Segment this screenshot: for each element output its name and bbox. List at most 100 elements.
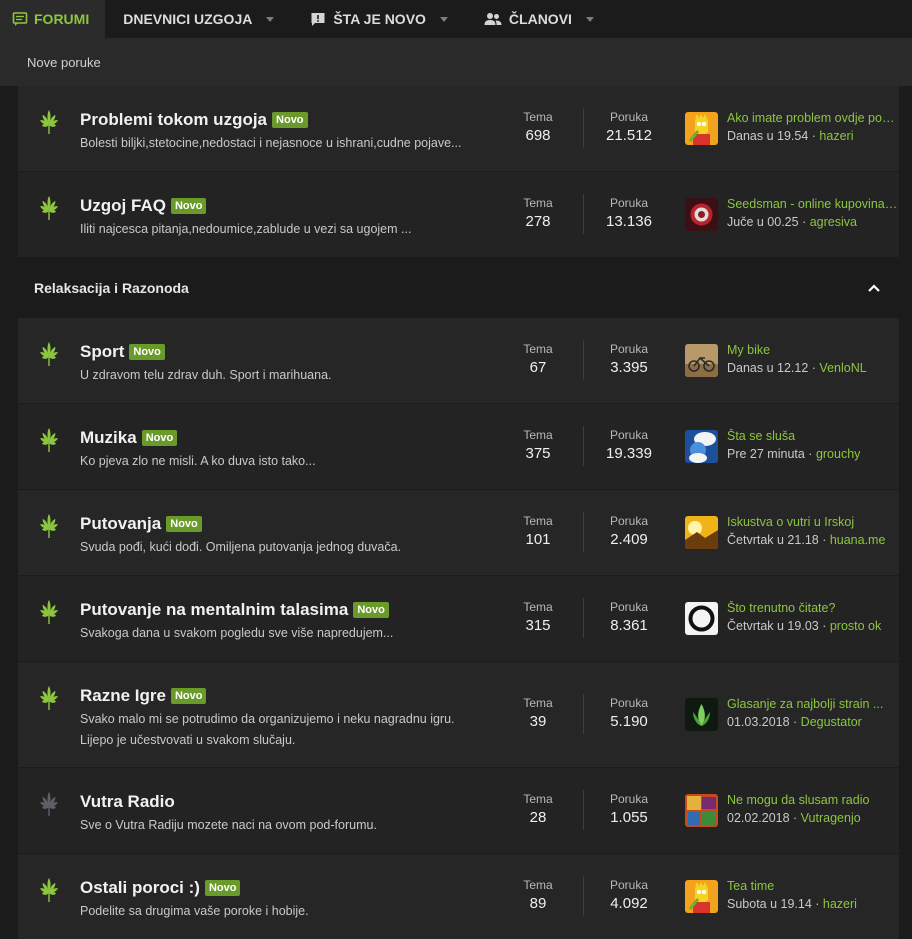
last-post: Seedsman - online kupovina semena Juče u … [727,197,899,229]
forum-title[interactable]: Uzgoj FAQ [80,196,166,216]
last-post: Što trenutno čitate? Četvrtak u 19.03 · p… [727,601,899,633]
threads-value: 278 [525,213,551,230]
posts-label: Poruka [609,428,649,442]
new-badge: Novo [166,516,202,532]
last-post-user[interactable]: Vutragenjo [801,811,861,825]
forum-title[interactable]: Ostali poroci :) [80,878,200,898]
forum-row[interactable]: Putovanja Novo Svuda pođi, kući dođi. Omi… [18,490,899,576]
forum-leaf-icon [32,188,66,222]
last-post-user[interactable]: grouchy [816,447,860,461]
threads-label: Tema [523,514,553,528]
last-thread-link[interactable]: Ako imate problem ovdje postavite [727,111,899,125]
new-posts-link[interactable]: Nove poruke [27,55,101,70]
last-post: Tea time Subota u 19.14 · hazeri [727,879,899,911]
forum-row[interactable]: Sport Novo U zdravom telu zdrav duh. Spor… [18,318,899,404]
avatar[interactable] [685,344,718,377]
last-thread-link[interactable]: Iskustva o vutri u Irskoj [727,515,899,529]
forum-leaf-icon [32,102,66,136]
chevron-down-icon[interactable] [585,16,594,22]
last-post-user[interactable]: huana.me [830,533,886,547]
last-post: Šta se sluša Pre 27 minuta · grouchy [727,429,899,461]
forum-row[interactable]: Ostali poroci :) Novo Podelite sa drugima… [18,854,899,939]
forum-row[interactable]: Muzika Novo Ko pjeva zlo ne misli. A ko d… [18,404,899,490]
avatar[interactable] [685,430,718,463]
tab-clanovi-label: ČLANOVI [508,11,572,27]
last-post-user[interactable]: hazeri [823,897,857,911]
last-thread-link[interactable]: Šta se sluša [727,429,899,443]
posts-label: Poruka [609,196,649,210]
chevron-down-icon[interactable] [266,16,275,22]
forum-row[interactable]: Vutra Radio Sve o Vutra Radiju mozete na… [18,768,899,854]
last-thread-link[interactable]: My bike [727,343,899,357]
threads-count: Tema 28 [514,792,562,826]
tab-forumi[interactable]: FORUMI [0,0,106,38]
forum-row[interactable]: Problemi tokom uzgoja Novo Bolesti biljki… [18,86,899,172]
posts-label: Poruka [609,342,649,356]
forum-title[interactable]: Razne Igre [80,686,166,706]
forum-description: Svuda pođi, kući dođi. Omiljena putovanj… [80,540,402,554]
alert-message-icon [310,11,326,27]
forum-row[interactable]: Uzgoj FAQ Novo Iliti najcesca pitanja,ned… [18,172,899,258]
threads-count: Tema 67 [514,342,562,376]
forum-title[interactable]: Problemi tokom uzgoja [80,110,267,130]
category-title[interactable]: Relaksacija i Razonoda [34,280,189,296]
tab-clanovi[interactable]: ČLANOVI [466,0,612,38]
last-post-time: Pre 27 minuta [727,447,805,461]
chevron-down-icon[interactable] [439,16,448,22]
threads-label: Tema [523,600,553,614]
last-post-time: Četvrtak u 19.03 [727,619,819,633]
last-post-user[interactable]: prosto ok [830,619,881,633]
chevron-up-icon[interactable] [865,279,883,297]
divider [583,694,584,734]
forum-title[interactable]: Putovanja [80,514,161,534]
tab-dnevnici-uzgoja[interactable]: DNEVNICI UZGOJA [105,0,292,38]
forum-description: Sve o Vutra Radiju mozete naci na ovom p… [80,818,377,832]
last-post: Ne mogu da slusam radio 02.02.2018 · Vutr… [727,793,899,825]
avatar[interactable] [685,198,718,231]
last-post-user[interactable]: Degustator [801,715,862,729]
avatar[interactable] [685,516,718,549]
top-navigation: FORUMI DNEVNICI UZGOJA ŠTA JE NOVO ČLANO… [0,0,912,38]
forum-row[interactable]: Razne Igre Novo Svako malo mi se potrudim… [18,662,899,768]
threads-label: Tema [523,696,553,710]
avatar[interactable] [685,698,718,731]
posts-label: Poruka [609,878,649,892]
threads-label: Tema [523,878,553,892]
forum-title[interactable]: Vutra Radio [80,792,175,812]
forum-leaf-icon [32,334,66,368]
forum-description: Bolesti biljki,stetocine,nedostaci i nej… [80,136,462,150]
forum-description: Ko pjeva zlo ne misli. A ko duva isto ta… [80,454,316,468]
forum-leaf-icon [32,870,66,904]
last-post-user[interactable]: hazeri [819,129,853,143]
last-post-time: Danas u 12.12 [727,361,809,375]
forum-row[interactable]: Putovanje na mentalnim talasima Novo Svak… [18,576,899,662]
avatar[interactable] [685,880,718,913]
forum-description: Svako malo mi se potrudimo da organizuje… [80,712,455,747]
threads-count: Tema 101 [514,514,562,548]
threads-label: Tema [523,196,553,210]
threads-value: 315 [525,617,551,634]
last-thread-link[interactable]: Što trenutno čitate? [727,601,899,615]
avatar[interactable] [685,602,718,635]
last-thread-link[interactable]: Glasanje za najbolji strain ... [727,697,899,711]
forum-title[interactable]: Sport [80,342,124,362]
avatar[interactable] [685,794,718,827]
tab-forumi-label: FORUMI [34,11,90,27]
last-thread-link[interactable]: Tea time [727,879,899,893]
last-thread-link[interactable]: Seedsman - online kupovina semena [727,197,899,211]
threads-count: Tema 375 [514,428,562,462]
last-thread-link[interactable]: Ne mogu da slusam radio [727,793,899,807]
threads-value: 67 [529,359,547,376]
avatar[interactable] [685,112,718,145]
divider [583,876,584,916]
posts-label: Poruka [609,514,649,528]
last-post-user[interactable]: agresiva [810,215,857,229]
forum-list-relaksacija: Sport Novo U zdravom telu zdrav duh. Spor… [18,318,899,939]
tab-sta-je-novo[interactable]: ŠTA JE NOVO [292,0,466,38]
posts-count: Poruka 21.512 [594,110,664,144]
threads-value: 101 [525,531,551,548]
last-post-user[interactable]: VenloNL [819,361,866,375]
posts-label: Poruka [609,600,649,614]
forum-title[interactable]: Muzika [80,428,137,448]
forum-title[interactable]: Putovanje na mentalnim talasima [80,600,348,620]
